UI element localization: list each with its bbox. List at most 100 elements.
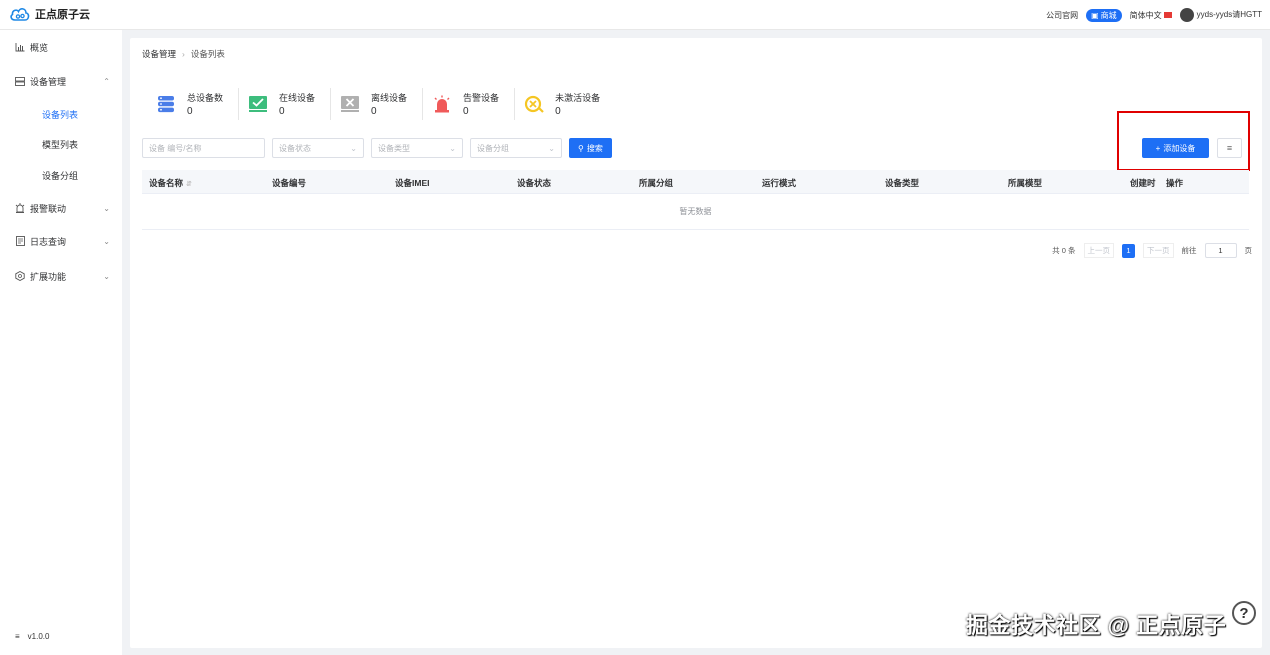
- next-page-button[interactable]: 下一页: [1143, 243, 1174, 258]
- avatar: [1179, 8, 1194, 22]
- stat-label: 告警设备: [463, 93, 500, 103]
- column-header: 所属模型: [1008, 178, 1043, 188]
- stat-label: 在线设备: [279, 93, 316, 103]
- server-icon: [15, 76, 25, 86]
- column-header: 设备IMEI: [395, 178, 430, 188]
- cloud-logo-icon: [10, 8, 30, 21]
- status-select[interactable]: 设备状态 ⌄: [272, 138, 364, 158]
- breadcrumb-separator-icon: ›: [182, 49, 185, 59]
- sidebar-item-label: 设备管理: [30, 76, 67, 87]
- chevron-down-icon: ⌄: [350, 143, 357, 153]
- sidebar-item-log-query[interactable]: 日志查询 ⌄: [0, 231, 122, 251]
- chevron-down-icon: ⌄: [103, 271, 110, 281]
- sidebar-item-alarm-linkage[interactable]: 报警联动 ⌄: [0, 198, 122, 218]
- language-label: 简体中文: [1129, 10, 1162, 20]
- main-panel: 设备管理 › 设备列表 总设备数 0 在线设备 0 离线设备 0 告警设备 0 …: [130, 38, 1262, 648]
- breadcrumb-parent[interactable]: 设备管理: [142, 48, 176, 60]
- official-site-link[interactable]: 公司官网: [1046, 10, 1078, 21]
- device-search-input[interactable]: 设备 编号/名称: [142, 138, 265, 158]
- stat-value: 0: [555, 106, 561, 117]
- type-select-placeholder: 设备类型: [378, 143, 410, 153]
- version-info: ≡ v1.0.0: [15, 632, 49, 641]
- search-button-label: 搜索: [586, 143, 603, 153]
- group-select-placeholder: 设备分组: [477, 143, 509, 153]
- goto-label: 前往: [1181, 246, 1197, 255]
- stat-alarm: 告警设备 0: [431, 88, 516, 120]
- sidebar-item-device-management[interactable]: 设备管理 ⌃: [0, 71, 122, 91]
- chevron-down-icon: ⌄: [103, 236, 110, 246]
- inactive-devices-icon: [523, 93, 545, 115]
- stat-value: 0: [463, 106, 469, 117]
- device-stats: 总设备数 0 在线设备 0 离线设备 0 告警设备 0 未激活设备 0: [155, 88, 623, 120]
- prev-page-button[interactable]: 上一页: [1083, 243, 1114, 258]
- add-device-label: 添加设备: [1163, 143, 1196, 153]
- stat-online: 在线设备 0: [247, 88, 332, 120]
- device-table: 设备名称 ⇵ 设备编号 设备IMEI 设备状态 所属分组 运行模式 设备类型 所属…: [142, 170, 1249, 230]
- page-number[interactable]: 1: [1122, 243, 1135, 258]
- stat-value: 0: [187, 106, 193, 117]
- sidebar: 概览 设备管理 ⌃ 设备列表 模型列表 设备分组 报警联动 ⌄ 日志查询 ⌄ 扩…: [0, 30, 122, 655]
- status-select-placeholder: 设备状态: [279, 143, 311, 153]
- collapse-menu-icon[interactable]: ≡: [15, 632, 20, 641]
- sidebar-item-label: 模型列表: [42, 139, 79, 150]
- column-header: 设备类型: [885, 178, 920, 188]
- chevron-down-icon: ⌄: [548, 143, 555, 153]
- type-select[interactable]: 设备类型 ⌄: [371, 138, 463, 158]
- column-header: 操作: [1166, 178, 1184, 188]
- chevron-down-icon: ⌄: [449, 143, 456, 153]
- chevron-down-icon: ⌄: [103, 203, 110, 213]
- pagination-total: 共 0 条: [1052, 246, 1076, 255]
- plus-icon: +: [1155, 143, 1161, 153]
- chevron-up-icon: ⌃: [103, 76, 110, 86]
- group-select[interactable]: 设备分组 ⌄: [470, 138, 562, 158]
- shop-button[interactable]: ▣ 商城: [1086, 8, 1122, 22]
- offline-devices-icon: [339, 93, 361, 115]
- table-header: 设备名称 ⇵ 设备编号 设备IMEI 设备状态 所属分组 运行模式 设备类型 所属…: [142, 170, 1249, 194]
- extension-icon: [15, 271, 25, 281]
- list-icon: ≡: [1226, 143, 1233, 153]
- sidebar-item-model-list[interactable]: 模型列表: [0, 134, 122, 154]
- sidebar-item-label: 设备列表: [42, 109, 79, 120]
- stat-label: 离线设备: [371, 93, 408, 103]
- search-button[interactable]: ⚲ 搜索: [569, 138, 612, 158]
- search-icon: ⚲: [578, 143, 584, 153]
- goto-page-input[interactable]: 1: [1204, 243, 1237, 258]
- stat-offline: 离线设备 0: [339, 88, 424, 120]
- sidebar-item-label: 扩展功能: [30, 271, 67, 282]
- column-header: 运行模式: [762, 178, 797, 188]
- table-empty-state: 暂无数据: [142, 194, 1249, 230]
- sidebar-item-extensions[interactable]: 扩展功能 ⌄: [0, 266, 122, 286]
- sidebar-item-overview[interactable]: 概览: [0, 37, 122, 57]
- sidebar-item-device-list[interactable]: 设备列表: [0, 104, 122, 124]
- breadcrumb-current: 设备列表: [190, 49, 225, 59]
- stat-label: 总设备数: [187, 93, 224, 103]
- version-label: v1.0.0: [27, 632, 50, 641]
- cart-icon: ▣: [1091, 10, 1099, 20]
- stat-value: 0: [279, 106, 285, 117]
- language-switch[interactable]: 简体中文: [1130, 10, 1172, 21]
- logo[interactable]: 正点原子云: [10, 6, 90, 22]
- brand-name: 正点原子云: [35, 9, 90, 21]
- header-links: 公司官网 ▣ 商城 简体中文 yyds-yyds请HGTT: [1046, 8, 1262, 22]
- column-header: 设备编号: [272, 178, 307, 188]
- sidebar-item-label: 日志查询: [30, 236, 67, 247]
- watermark: 掘金技术社区 @ 正点原子: [966, 613, 1227, 638]
- alarm-devices-icon: [431, 93, 453, 115]
- column-settings-button[interactable]: ≡: [1217, 138, 1242, 158]
- alarm-icon: [15, 203, 25, 213]
- sidebar-item-device-group[interactable]: 设备分组: [0, 165, 122, 185]
- column-header: 所属分组: [639, 178, 674, 188]
- add-device-button[interactable]: + 添加设备: [1142, 138, 1209, 158]
- online-devices-icon: [247, 93, 269, 115]
- shop-label: 商城: [1100, 10, 1117, 20]
- stat-value: 0: [371, 106, 377, 117]
- top-bar: 正点原子云 公司官网 ▣ 商城 简体中文 yyds-yyds请HGTT: [0, 0, 1270, 30]
- user-menu[interactable]: yyds-yyds请HGTT: [1179, 8, 1262, 22]
- column-header-name[interactable]: 设备名称 ⇵: [149, 177, 192, 189]
- column-header: 创建时: [1130, 178, 1156, 188]
- help-icon[interactable]: ?: [1232, 601, 1256, 625]
- total-devices-icon: [155, 93, 177, 115]
- sidebar-item-label: 概览: [30, 42, 49, 53]
- sort-icon[interactable]: ⇵: [186, 181, 192, 188]
- log-icon: [15, 236, 25, 246]
